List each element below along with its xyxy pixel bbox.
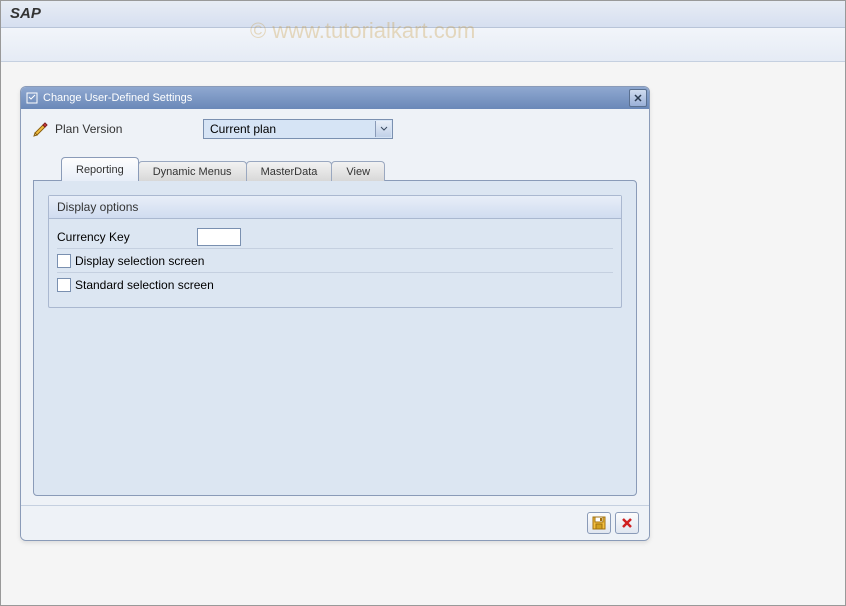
tab-strip: Reporting Dynamic Menus MasterData View bbox=[33, 157, 637, 181]
tab-dynamic-menus[interactable]: Dynamic Menus bbox=[138, 161, 247, 181]
plan-version-dropdown[interactable]: Current plan bbox=[203, 119, 393, 139]
save-button[interactable] bbox=[587, 512, 611, 534]
display-options-title: Display options bbox=[49, 196, 621, 219]
currency-key-row: Currency Key bbox=[57, 225, 613, 249]
display-selection-row: Display selection screen bbox=[57, 249, 613, 273]
plan-version-value: Current plan bbox=[210, 122, 276, 136]
standard-selection-label: Standard selection screen bbox=[75, 278, 214, 292]
display-selection-checkbox[interactable] bbox=[57, 254, 71, 268]
display-options-body: Currency Key Display selection screen St… bbox=[49, 219, 621, 307]
standard-selection-checkbox[interactable] bbox=[57, 278, 71, 292]
plan-version-label: Plan Version bbox=[55, 122, 203, 136]
currency-key-input[interactable] bbox=[197, 228, 241, 246]
dialog-close-button[interactable] bbox=[629, 89, 647, 107]
app-title: SAP bbox=[10, 5, 41, 22]
dialog-footer bbox=[21, 505, 649, 540]
main-area: Change User-Defined Settings Plan Versio… bbox=[0, 62, 846, 606]
dialog-icon bbox=[25, 91, 39, 105]
dialog-title: Change User-Defined Settings bbox=[43, 92, 192, 104]
dialog-body: Plan Version Current plan Reporting Dyna… bbox=[21, 109, 649, 505]
tab-panel-reporting: Display options Currency Key Display sel… bbox=[33, 180, 637, 496]
tab-view[interactable]: View bbox=[331, 161, 385, 181]
tab-masterdata[interactable]: MasterData bbox=[246, 161, 333, 181]
display-options-group: Display options Currency Key Display sel… bbox=[48, 195, 622, 308]
app-title-bar: SAP bbox=[0, 0, 846, 28]
cancel-button[interactable] bbox=[615, 512, 639, 534]
pencil-edit-icon bbox=[33, 121, 49, 137]
display-selection-label: Display selection screen bbox=[75, 254, 204, 268]
app-toolbar bbox=[0, 28, 846, 62]
dialog-header: Change User-Defined Settings bbox=[21, 87, 649, 109]
plan-version-row: Plan Version Current plan bbox=[33, 119, 637, 139]
currency-key-label: Currency Key bbox=[57, 230, 197, 244]
tabs-container: Reporting Dynamic Menus MasterData View … bbox=[33, 157, 637, 497]
cancel-x-icon bbox=[621, 517, 633, 529]
standard-selection-row: Standard selection screen bbox=[57, 273, 613, 297]
tab-reporting[interactable]: Reporting bbox=[61, 157, 139, 181]
settings-dialog: Change User-Defined Settings Plan Versio… bbox=[20, 86, 650, 541]
chevron-down-icon bbox=[375, 121, 391, 137]
floppy-disk-icon bbox=[592, 516, 606, 530]
